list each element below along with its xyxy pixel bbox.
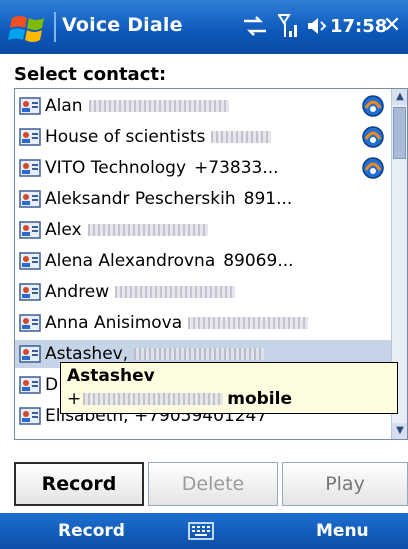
signal-icon[interactable] <box>278 13 300 39</box>
tooltip-number-line: + mobile <box>67 387 391 411</box>
contact-name: House of scientists <box>45 127 206 147</box>
contact-card-icon <box>19 407 41 425</box>
contact-number: 891... <box>243 189 293 209</box>
contact-card-icon <box>19 252 41 270</box>
contact-row[interactable]: Anna Anisimova <box>15 309 391 337</box>
redacted-number <box>188 317 309 329</box>
contact-row[interactable]: Andrew <box>15 278 391 306</box>
contact-card-icon <box>19 190 41 208</box>
contact-card-icon <box>19 221 41 239</box>
contact-name: VITO Technology <box>45 158 187 178</box>
sync-icon[interactable] <box>242 15 268 37</box>
contact-name: Andrew <box>45 282 110 302</box>
contact-card-icon <box>19 314 41 332</box>
contact-row[interactable]: VITO Technology +73833... <box>15 154 391 182</box>
tooltip-number-prefix: + <box>67 389 82 409</box>
windows-start-icon[interactable] <box>8 10 48 46</box>
redacted-number <box>211 131 272 143</box>
contact-tooltip: Astashev + mobile <box>60 362 398 414</box>
contact-name: Alex <box>45 220 82 240</box>
voice-tag-icon <box>362 157 384 179</box>
contact-card-icon <box>19 97 41 115</box>
redacted-number <box>134 348 265 360</box>
delete-button[interactable]: Delete <box>148 462 278 506</box>
contact-card-icon <box>19 345 41 363</box>
contact-number: 89069... <box>223 251 294 271</box>
contact-name: D <box>45 375 59 395</box>
tooltip-contact-name: Astashev <box>67 366 155 386</box>
contact-name: Alena Alexandrovna <box>45 251 216 271</box>
redacted-number <box>115 286 236 298</box>
contact-name: Aleksandr Pescherskih <box>45 189 236 209</box>
contact-number: +73833... <box>194 158 279 178</box>
title-bar: Voice Diale 17:58 ✕ <box>0 0 408 54</box>
contact-card-icon <box>19 128 41 146</box>
clock[interactable]: 17:58 <box>330 16 387 37</box>
volume-icon[interactable] <box>306 15 328 37</box>
select-contact-label: Select contact: <box>14 64 167 85</box>
contact-name: Alan <box>45 96 83 116</box>
softkey-bar: Record Menu <box>0 513 408 549</box>
contact-card-icon <box>19 159 41 177</box>
softkey-menu[interactable]: Menu <box>316 521 369 541</box>
keyboard-icon[interactable] <box>188 522 214 540</box>
softkey-record[interactable]: Record <box>58 521 125 541</box>
contact-name: Anna Anisimova <box>45 313 183 333</box>
title-separator <box>54 12 56 42</box>
contact-row[interactable]: Alex <box>15 216 391 244</box>
voice-tag-icon <box>362 126 384 148</box>
app-title: Voice Diale <box>62 14 183 36</box>
contact-card-icon <box>19 376 41 394</box>
redacted-number <box>83 393 224 405</box>
contact-card-icon <box>19 283 41 301</box>
contact-name: Astashev, <box>45 344 129 364</box>
record-button[interactable]: Record <box>14 462 144 506</box>
voice-tag-icon <box>362 95 384 117</box>
redacted-number <box>88 100 229 112</box>
close-button[interactable]: ✕ <box>380 14 404 38</box>
redacted-number <box>87 224 208 236</box>
contact-row[interactable]: Aleksandr Pescherskih 891... <box>15 185 391 213</box>
scroll-down-arrow-icon[interactable]: ▼ <box>392 423 407 439</box>
scroll-up-arrow-icon[interactable]: ▲ <box>392 89 407 105</box>
contact-row[interactable]: Alan <box>15 92 391 120</box>
contact-row[interactable]: Alena Alexandrovna 89069... <box>15 247 391 275</box>
tooltip-number-type: mobile <box>227 389 292 409</box>
play-button[interactable]: Play <box>282 462 408 506</box>
scroll-thumb[interactable] <box>393 107 406 159</box>
contact-row[interactable]: House of scientists <box>15 123 391 151</box>
